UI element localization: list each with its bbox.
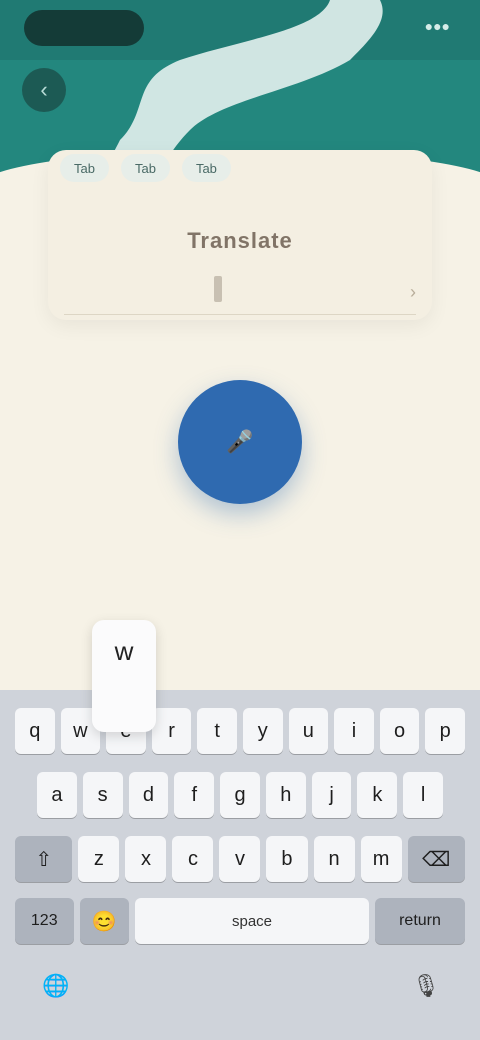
text-input[interactable] xyxy=(64,282,328,302)
key-m[interactable]: m xyxy=(360,836,402,882)
submit-arrow-icon[interactable]: › xyxy=(410,282,416,303)
keyboard-row-4: 123 😊 space return xyxy=(12,898,468,944)
key-y[interactable]: y xyxy=(242,708,283,754)
space-key[interactable]: space xyxy=(135,898,369,944)
tab-1[interactable]: Tab xyxy=(60,154,109,182)
tab-bar: Tab Tab Tab xyxy=(60,154,420,190)
key-d[interactable]: d xyxy=(128,772,169,818)
key-popup: w xyxy=(92,620,156,732)
key-k[interactable]: k xyxy=(357,772,398,818)
keyboard-row-3: ⇧ z x c v b n m ⌫ xyxy=(12,836,468,882)
key-b[interactable]: b xyxy=(266,836,308,882)
key-n[interactable]: n xyxy=(313,836,355,882)
key-x[interactable]: x xyxy=(125,836,167,882)
text-input-row: › xyxy=(64,270,416,315)
back-button[interactable]: ‹ xyxy=(22,68,66,112)
return-key[interactable]: return xyxy=(375,898,465,944)
keyboard-row-2: a s d f g h j k l xyxy=(34,772,446,818)
status-icons: ●●● xyxy=(424,18,450,34)
microphone-button[interactable]: 🎤 xyxy=(178,380,302,504)
key-i[interactable]: i xyxy=(334,708,374,754)
backspace-key[interactable]: ⌫ xyxy=(407,836,465,882)
key-h[interactable]: h xyxy=(265,772,306,818)
key-a[interactable]: a xyxy=(37,772,77,818)
key-z[interactable]: z xyxy=(78,836,120,882)
emoji-key[interactable]: 😊 xyxy=(79,898,129,944)
tab-2[interactable]: Tab xyxy=(120,154,170,182)
keyboard: q w e r t y u i o p a s d f g h j k l ⇧ … xyxy=(0,690,480,1040)
key-o[interactable]: o xyxy=(379,708,420,754)
key-j[interactable]: j xyxy=(311,772,352,818)
numbers-key[interactable]: 123 xyxy=(15,898,74,944)
key-p[interactable]: p xyxy=(425,708,465,754)
key-s[interactable]: s xyxy=(82,772,123,818)
cursor-icon xyxy=(214,276,222,302)
key-f[interactable]: f xyxy=(174,772,215,818)
key-u[interactable]: u xyxy=(288,708,329,754)
tab-3[interactable]: Tab xyxy=(181,154,231,182)
key-v[interactable]: v xyxy=(219,836,261,882)
microphone-icon: 🎤 xyxy=(226,429,254,454)
page-title: Translate xyxy=(187,228,293,253)
key-r[interactable]: r xyxy=(151,708,192,754)
key-q[interactable]: q xyxy=(15,708,55,754)
globe-icon[interactable]: 🌐 xyxy=(38,968,74,1004)
back-arrow-icon: ‹ xyxy=(40,77,48,102)
status-time xyxy=(24,10,144,46)
key-l[interactable]: l xyxy=(403,772,444,818)
keyboard-row-1: q w e r t y u i o p xyxy=(12,708,468,754)
dictation-icon[interactable]: 🎙 xyxy=(408,968,444,1004)
shift-key[interactable]: ⇧ xyxy=(15,836,73,882)
key-t[interactable]: t xyxy=(197,708,237,754)
key-c[interactable]: c xyxy=(172,836,214,882)
key-g[interactable]: g xyxy=(220,772,260,818)
